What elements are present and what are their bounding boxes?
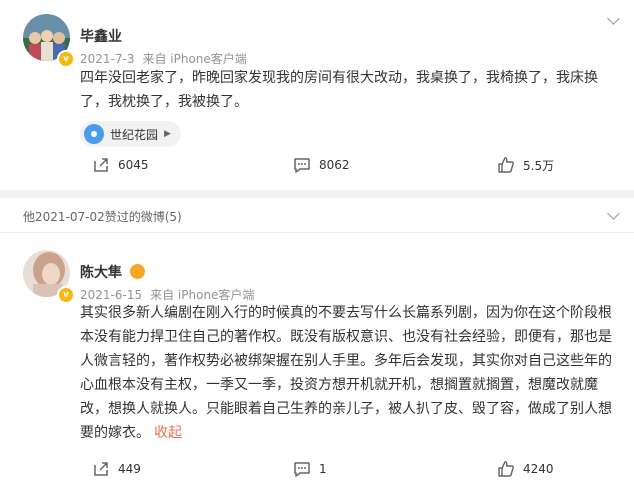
post-body: 其实很多新人编剧在刚入行的时候真的不要去写什么长篇系列剧，因为你在这个阶段根本没… [80, 305, 612, 441]
author-name[interactable]: 毕鑫业 [80, 26, 122, 46]
emoji-icon [129, 264, 145, 279]
collapse-link[interactable]: 收起 [154, 425, 182, 441]
like-button[interactable]: 5.5万 [497, 156, 554, 174]
comment-count: 8062 [319, 158, 350, 172]
verified-badge-icon: v [57, 50, 75, 68]
forward-count: 6045 [118, 158, 149, 172]
author-label: 陈大隼 [80, 265, 122, 281]
comment-button[interactable]: 1 [293, 460, 327, 478]
comment-button[interactable]: 8062 [293, 156, 350, 174]
post-source: 来自 iPhone客户端 [150, 288, 255, 302]
comment-icon [294, 158, 310, 173]
separator [0, 190, 634, 198]
caret-right-icon: ▶ [164, 129, 171, 139]
action-bar: 6045 8062 5.5万 [0, 156, 634, 176]
location-label: 世纪花园 [110, 127, 159, 142]
post-date[interactable]: 2021-7-3 [80, 52, 134, 66]
forward-count: 449 [118, 462, 141, 476]
location-tag[interactable]: 世纪花园 ▶ [80, 121, 181, 147]
chevron-down-icon[interactable] [607, 12, 620, 25]
like-icon [498, 461, 514, 477]
forward-button[interactable]: 6045 [92, 156, 149, 174]
post-text: 四年没回老家了，昨晚回家发现我的房间有很大改动，我桌换了，我椅换了，我床换了，我… [80, 70, 598, 110]
post-source: 来自 iPhone客户端 [142, 52, 247, 66]
liked-header: 他2021-07-02赞过的微博(5) [23, 210, 182, 224]
post-meta: 2021-7-3 来自 iPhone客户端 [80, 50, 255, 67]
verified-badge-icon: v [57, 286, 75, 304]
divider [0, 232, 634, 233]
author-name[interactable]: 陈大隼 [80, 262, 145, 282]
post-date[interactable]: 2021-6-15 [80, 288, 142, 302]
like-count: 5.5万 [523, 158, 555, 173]
comment-count: 1 [319, 462, 327, 476]
forward-button[interactable]: 449 [92, 460, 141, 478]
weibo-post-card: v 毕鑫业 2021-7-3 来自 iPhone客户端 四年没回老家了，昨晚回家发… [0, 0, 634, 190]
forward-icon [94, 158, 108, 172]
liked-post-card: 他2021-07-02赞过的微博(5) v 陈大隼 2021-6-15 来自 iP… [0, 198, 634, 485]
action-bar: 449 1 4240 [0, 460, 634, 480]
chevron-down-icon[interactable] [607, 207, 620, 220]
like-icon [498, 157, 514, 173]
post-text: 其实很多新人编剧在刚入行的时候真的不要去写什么长篇系列剧，因为你在这个阶段根本没… [80, 301, 620, 445]
forward-icon [94, 462, 108, 476]
like-count: 4240 [523, 462, 554, 476]
comment-icon [294, 462, 310, 477]
like-button[interactable]: 4240 [497, 460, 554, 478]
location-pin-icon [84, 124, 104, 144]
